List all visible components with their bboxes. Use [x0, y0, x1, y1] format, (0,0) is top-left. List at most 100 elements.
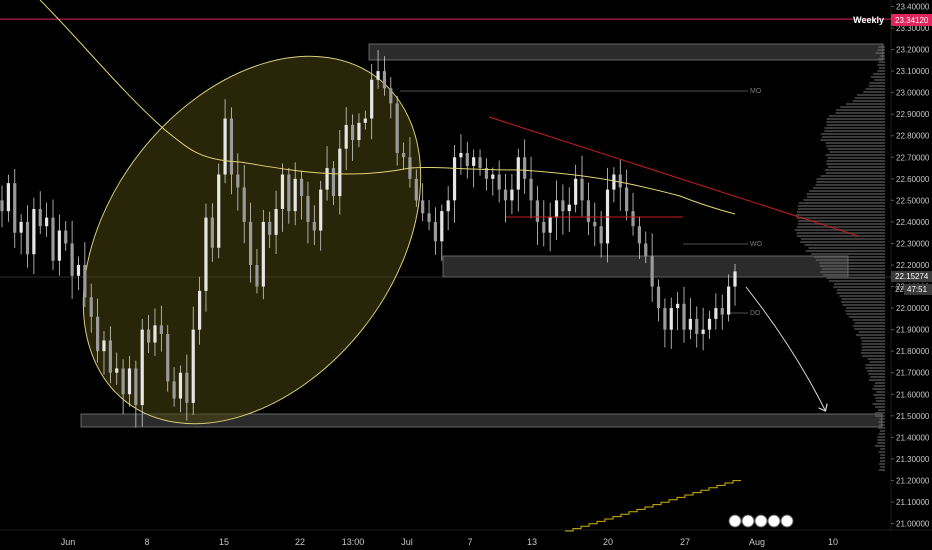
candle-body: [45, 217, 49, 227]
event-flag-icon[interactable]: [754, 514, 768, 528]
volume-bar: [827, 148, 885, 150]
volume-bar: [805, 250, 885, 252]
candle-body: [166, 333, 170, 382]
candle-body: [535, 200, 540, 222]
event-flag-icon[interactable]: [728, 514, 742, 528]
volume-bar: [809, 190, 885, 192]
volume-bar: [879, 460, 885, 462]
volume-bar: [860, 352, 885, 354]
volume-bar: [815, 259, 885, 261]
volume-bar: [795, 214, 885, 216]
volume-bar: [828, 166, 885, 168]
candle-body: [688, 318, 692, 330]
volume-bar: [875, 397, 885, 399]
candle-body: [274, 208, 278, 235]
candle-body: [650, 256, 654, 287]
volume-bar: [820, 133, 885, 135]
candle-body: [13, 183, 17, 233]
candle-body: [548, 217, 552, 233]
y-tick-label: 22.70000: [896, 153, 930, 162]
candle-body: [306, 196, 310, 222]
candle-body: [733, 271, 737, 287]
volume-bar: [870, 376, 885, 378]
resistance-zone[interactable]: [368, 43, 884, 61]
volume-bar: [878, 427, 885, 429]
candle-body: [248, 221, 253, 265]
volume-bar: [872, 73, 885, 75]
candle-body: [401, 152, 406, 158]
candle-body: [612, 174, 616, 190]
y-tick-label: 22.40000: [896, 218, 930, 227]
candle-body: [382, 71, 387, 89]
volume-bar: [826, 160, 885, 162]
volume-bar: [798, 223, 885, 225]
candle-body: [32, 208, 36, 255]
candle-body: [446, 200, 450, 212]
candle-body: [593, 221, 597, 227]
event-icons[interactable]: [728, 514, 794, 528]
y-tick-label: 23.40000: [896, 2, 930, 11]
candle-body: [191, 329, 195, 403]
candle-body: [389, 88, 393, 104]
price-chart[interactable]: MO WO DO Weekly 23.4000023.3000023.20000…: [0, 0, 932, 550]
candle-body: [618, 174, 622, 188]
x-tick-label: 10: [828, 537, 838, 547]
event-flag-icon[interactable]: [741, 514, 755, 528]
volume-bar: [869, 361, 885, 363]
volume-bar: [797, 226, 885, 228]
candle-body: [89, 297, 93, 317]
current-price-text: 22.15274: [895, 272, 929, 281]
candle-body: [127, 368, 132, 395]
x-tick-label: 8: [144, 537, 149, 547]
volume-bar: [852, 100, 885, 102]
y-tick-label: 21.30000: [896, 455, 930, 464]
volume-bar: [824, 127, 885, 129]
x-tick-label: 15: [219, 537, 229, 547]
candle-body: [523, 157, 527, 179]
candle-body: [319, 189, 323, 231]
candle-body: [561, 200, 565, 212]
volume-bar: [820, 139, 885, 141]
volume-bar: [873, 385, 885, 387]
volume-bar: [827, 157, 885, 159]
candle-body: [363, 118, 367, 123]
volume-bar: [826, 121, 885, 123]
volume-bar: [839, 295, 885, 297]
volume-bar: [880, 466, 885, 468]
candle-body: [472, 157, 476, 166]
candle-body: [261, 221, 265, 287]
candle-body: [580, 178, 584, 201]
volume-bar: [854, 322, 885, 324]
volume-bar: [874, 79, 885, 81]
volume-bar: [825, 142, 885, 144]
candle-body: [0, 200, 4, 212]
volume-bar: [879, 457, 885, 459]
volume-bar: [878, 61, 885, 63]
candle-body: [19, 221, 23, 233]
volume-bar: [852, 319, 885, 321]
volume-bar: [880, 448, 885, 450]
candle-body: [542, 221, 546, 233]
event-flag-icon[interactable]: [767, 514, 781, 528]
volume-bar: [819, 262, 885, 264]
volume-bar: [820, 175, 885, 177]
volume-bar: [877, 409, 885, 411]
candle-body: [223, 118, 227, 175]
volume-bar: [816, 178, 885, 180]
volume-bar: [858, 331, 885, 333]
y-tick-label: 22.50000: [896, 196, 930, 205]
volume-bar: [826, 145, 885, 147]
candle-body: [344, 124, 348, 149]
y-tick-label: 22.00000: [896, 304, 930, 313]
candle-body: [331, 168, 336, 197]
volume-bar: [877, 49, 885, 51]
candle-body: [510, 189, 514, 201]
event-flag-icon[interactable]: [780, 514, 794, 528]
candle-body: [121, 368, 125, 395]
volume-bar: [877, 436, 885, 438]
candle-body: [242, 187, 246, 222]
x-tick-label: Jun: [61, 537, 76, 547]
volume-bar: [878, 46, 885, 48]
candle-body: [147, 329, 151, 343]
candle-body: [707, 318, 712, 330]
